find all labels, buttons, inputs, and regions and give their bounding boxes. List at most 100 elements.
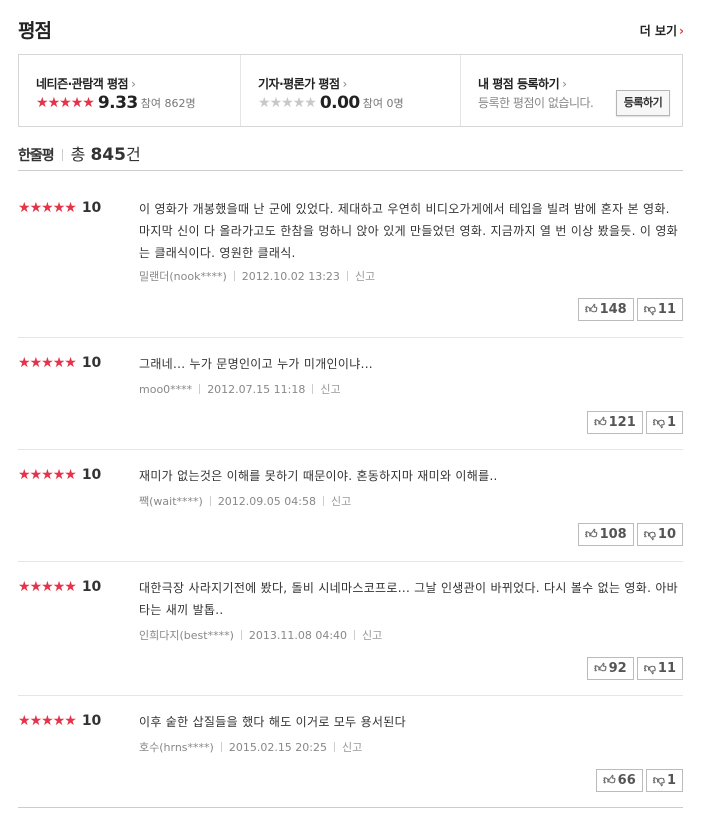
review-stars: ★★★★★ 10 [18,710,101,729]
section-header: 평점 더 보기 › [18,16,684,44]
like-button[interactable]: 👍︎ 66 [596,769,643,792]
star-icon: ★ [52,467,66,483]
netizen-count: 참여 862명 [140,97,196,110]
review-votes: 👍︎ 121 👎︎ 1 [584,411,683,434]
report-link[interactable]: 신고 [320,383,340,396]
review-text: 재미가 없는것은 이해를 못하기 때문이야. 혼동하지마 재미와 이해를.. [139,469,498,483]
star-icon: ★ [29,579,43,595]
critic-rating: 기자·평론가 평점 › ★★★★★ 0.00 참여 0명 [241,55,461,126]
star-icon: ★ [70,95,84,111]
critic-score: 0.00 [319,93,360,113]
report-link[interactable]: 신고 [342,741,362,754]
star-icon: ★ [41,355,54,371]
like-button[interactable]: 👍︎ 148 [578,298,634,321]
review-stars: ★★★★★ 10 [18,464,101,483]
review-meta: moo0**** 2012.07.15 11:18 신고 [139,381,341,397]
dislike-button[interactable]: 👎︎ 11 [636,298,683,321]
dislike-button[interactable]: 👎︎ 1 [645,411,683,434]
dislike-count: 10 [657,527,676,542]
star-icon: ★ [304,95,317,111]
star-icon: ★ [29,355,43,371]
netizen-score: 9.33 [97,93,138,113]
divider [61,149,63,161]
review-text: 이 영화가 개봉했을때 난 군에 있었다. 제대하고 우연히 비디오가게에서 테… [139,202,679,260]
more-link[interactable]: 더 보기 › [640,22,684,39]
star-icon: ★ [18,579,31,595]
like-count: 66 [617,773,636,788]
review-votes: 👍︎ 148 👎︎ 11 [575,298,683,321]
review-text: 이후 숱한 삽질들을 했다 해도 이거로 모두 용서된다 [139,715,406,729]
critic-count: 참여 0명 [362,97,404,110]
review-meta: 인희다지(best****) 2013.11.08 04:40 신고 [139,627,382,643]
review-meta: 짹(wait****) 2012.09.05 04:58 신고 [139,493,351,509]
netizen-rating: 네티즌·관람객 평점 › ★★★★★ 9.33 참여 862명 [19,55,241,126]
star-icon: ★ [29,200,43,216]
divider [240,630,242,640]
review-user[interactable]: 밀랜더(nook****) [139,270,227,283]
star-icon: ★ [258,95,271,111]
star-icon: ★ [36,95,49,111]
chevron-right-icon: › [342,77,348,91]
star-icon: ★ [64,355,77,371]
review-meta: 밀랜더(nook****) 2012.10.02 13:23 신고 [139,268,375,284]
like-count: 92 [608,661,627,676]
review-user[interactable]: 인희다지(best****) [139,629,234,642]
dislike-button[interactable]: 👎︎ 1 [645,769,683,792]
review-total-suffix: 건 [125,145,141,164]
review-score: 10 [81,713,102,729]
star-icon: ★ [64,713,77,729]
thumb-down-icon: 👎︎ [643,661,656,675]
star-icon: ★ [18,713,31,729]
my-rating-link[interactable]: 내 평점 등록하기 › [478,75,567,92]
critic-rating-link[interactable]: 기자·평론가 평점 › [258,75,347,92]
review-total: 총 845건 [70,145,141,165]
review-user[interactable]: 호수(hrns****) [139,741,214,754]
like-button[interactable]: 👍︎ 121 [587,411,643,434]
netizen-rating-label: 네티즌·관람객 평점 [36,77,129,91]
review-item: ★★★★★ 10 그래네... 누가 문명인이고 누가 미개인이냐... moo0**… [18,352,683,450]
review-total-prefix: 총 [70,145,91,164]
netizen-stars: ★★★★★ 9.33 참여 862명 [36,92,196,113]
thumb-up-icon: 👍︎ [594,661,607,675]
star-icon: ★ [41,579,54,595]
like-button[interactable]: 👍︎ 108 [578,523,634,546]
my-rating-label: 내 평점 등록하기 [478,77,560,91]
review-stars: ★★★★★ 10 [18,197,101,216]
review-user[interactable]: 짹(wait****) [139,495,203,508]
star-icon: ★ [64,467,77,483]
star-icon: ★ [52,579,66,595]
like-count: 148 [599,302,627,317]
star-icon: ★ [52,713,66,729]
review-user[interactable]: moo0**** [139,383,192,396]
star-icon: ★ [41,200,54,216]
star-icon: ★ [59,95,72,111]
review-date: 2013.11.08 04:40 [248,629,348,642]
chevron-right-icon: › [562,77,567,91]
review-stars: ★★★★★ 10 [18,576,101,595]
dislike-button[interactable]: 👎︎ 11 [636,657,683,680]
report-link[interactable]: 신고 [362,629,382,642]
divider [209,496,211,506]
review-votes: 👍︎ 92 👎︎ 11 [584,657,683,680]
dislike-count: 11 [657,661,676,676]
review-total-count: 845 [90,145,126,165]
review-score: 10 [81,355,102,371]
divider [233,271,235,281]
report-link[interactable]: 신고 [331,495,351,508]
star-icon: ★ [29,713,43,729]
star-icon: ★ [47,95,61,111]
dislike-button[interactable]: 👎︎ 10 [636,523,683,546]
thumb-up-icon: 👍︎ [585,302,598,316]
netizen-rating-link[interactable]: 네티즌·관람객 평점 › [36,75,136,92]
like-button[interactable]: 👍︎ 92 [587,657,634,680]
thumb-down-icon: 👎︎ [652,415,665,429]
divider [199,384,201,394]
divider [312,384,314,394]
register-rating-button[interactable]: 등록하기 [616,90,670,116]
my-rating-empty-text: 등록한 평점이 없습니다. [478,96,594,110]
star-icon: ★ [29,467,43,483]
chevron-right-icon: › [679,24,684,38]
report-link[interactable]: 신고 [355,270,375,283]
critic-rating-label: 기자·평론가 평점 [258,77,340,91]
star-icon: ★ [18,200,31,216]
